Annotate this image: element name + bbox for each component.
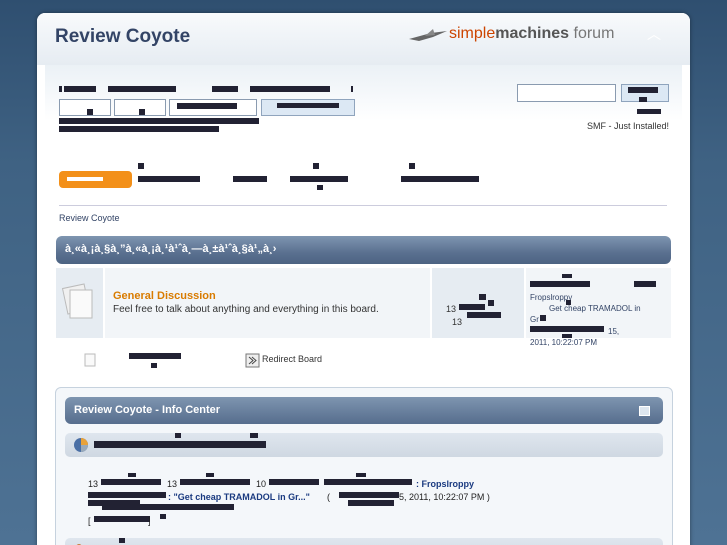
- latest-post-time: 5, 2011, 10:22:07 PM ): [399, 492, 490, 502]
- stats-header: [65, 433, 663, 457]
- board-icon-cell: [56, 268, 103, 338]
- last-post-time: 2011, 10:22:07 PM: [530, 338, 598, 347]
- collapse-icon[interactable]: [639, 406, 650, 416]
- latest-post-link[interactable]: : "Get cheap TRAMADOL in Gr...": [168, 492, 310, 502]
- stat-members: 10: [256, 479, 267, 489]
- forum-wrapper: Review Coyote simplemachines forum ︿ SMF…: [37, 13, 690, 545]
- board-posts-count: 13: [446, 304, 457, 314]
- menu-help-button[interactable]: [138, 176, 200, 182]
- info-center-title: Review Coyote - Info Center: [74, 404, 221, 416]
- menu-search-button[interactable]: [233, 176, 267, 182]
- smf-logo-icon: [409, 29, 447, 41]
- smf-logo[interactable]: simplemachines forum: [409, 25, 639, 47]
- board-topics-count: 13: [452, 317, 463, 327]
- menu-register-button[interactable]: [401, 176, 479, 182]
- board-info-cell: General Discussion Feel free to talk abo…: [105, 268, 430, 338]
- stat-posts: 13: [88, 479, 99, 489]
- divider: [59, 205, 667, 206]
- news-text: SMF - Just Installed!: [586, 121, 669, 131]
- latest-member-link[interactable]: : Fropslroppy: [416, 479, 474, 489]
- board-off-small-icon: [84, 353, 96, 367]
- site-title[interactable]: Review Coyote: [55, 26, 190, 48]
- users-online-header: [65, 538, 663, 545]
- board-name-link[interactable]: General Discussion: [113, 290, 216, 302]
- board-off-icon[interactable]: [56, 268, 103, 338]
- last-post-time-suffix: 15,: [608, 327, 620, 336]
- header-bar: Review Coyote simplemachines forum ︿: [37, 13, 690, 65]
- category-title[interactable]: à¸«à¸¡à¸§à¸”à¸«à¸¡à¸¹à¹ˆà¸—à¸±à¹ˆà¸§à¹„à…: [65, 243, 276, 255]
- legend-redirect-label: Redirect Board: [262, 354, 323, 364]
- board-stats-cell: 13 13: [432, 268, 524, 338]
- search-input[interactable]: [517, 84, 616, 102]
- chevron-up-icon[interactable]: ︿: [646, 27, 662, 43]
- last-post-subject[interactable]: Get cheap TRAMADOL in: [549, 304, 671, 313]
- recent-posts-link[interactable]: [94, 516, 150, 522]
- info-center-header: Review Coyote - Info Center: [65, 397, 663, 424]
- board-last-post-cell: Fropslroppy Get cheap TRAMADOL in Gr 15,…: [526, 268, 671, 347]
- info-center: Review Coyote - Info Center 13 13 10: F…: [55, 387, 673, 545]
- smf-logo-text: simplemachines forum: [449, 25, 615, 42]
- breadcrumb[interactable]: Review Coyote: [59, 213, 120, 223]
- board-row: General Discussion Feel free to talk abo…: [56, 268, 671, 347]
- stat-topics: 13: [167, 479, 178, 489]
- menu-login-button[interactable]: [290, 176, 348, 182]
- redirect-icon: [245, 353, 260, 368]
- board-description: Feel free to talk about anything and eve…: [113, 304, 379, 315]
- username-field[interactable]: [59, 99, 111, 116]
- category-header: à¸«à¸¡à¸§à¸”à¸«à¸¡à¸¹à¹ˆà¸—à¸±à¹ˆà¸§à¹„à…: [56, 236, 671, 264]
- stats-pie-icon: [74, 438, 88, 452]
